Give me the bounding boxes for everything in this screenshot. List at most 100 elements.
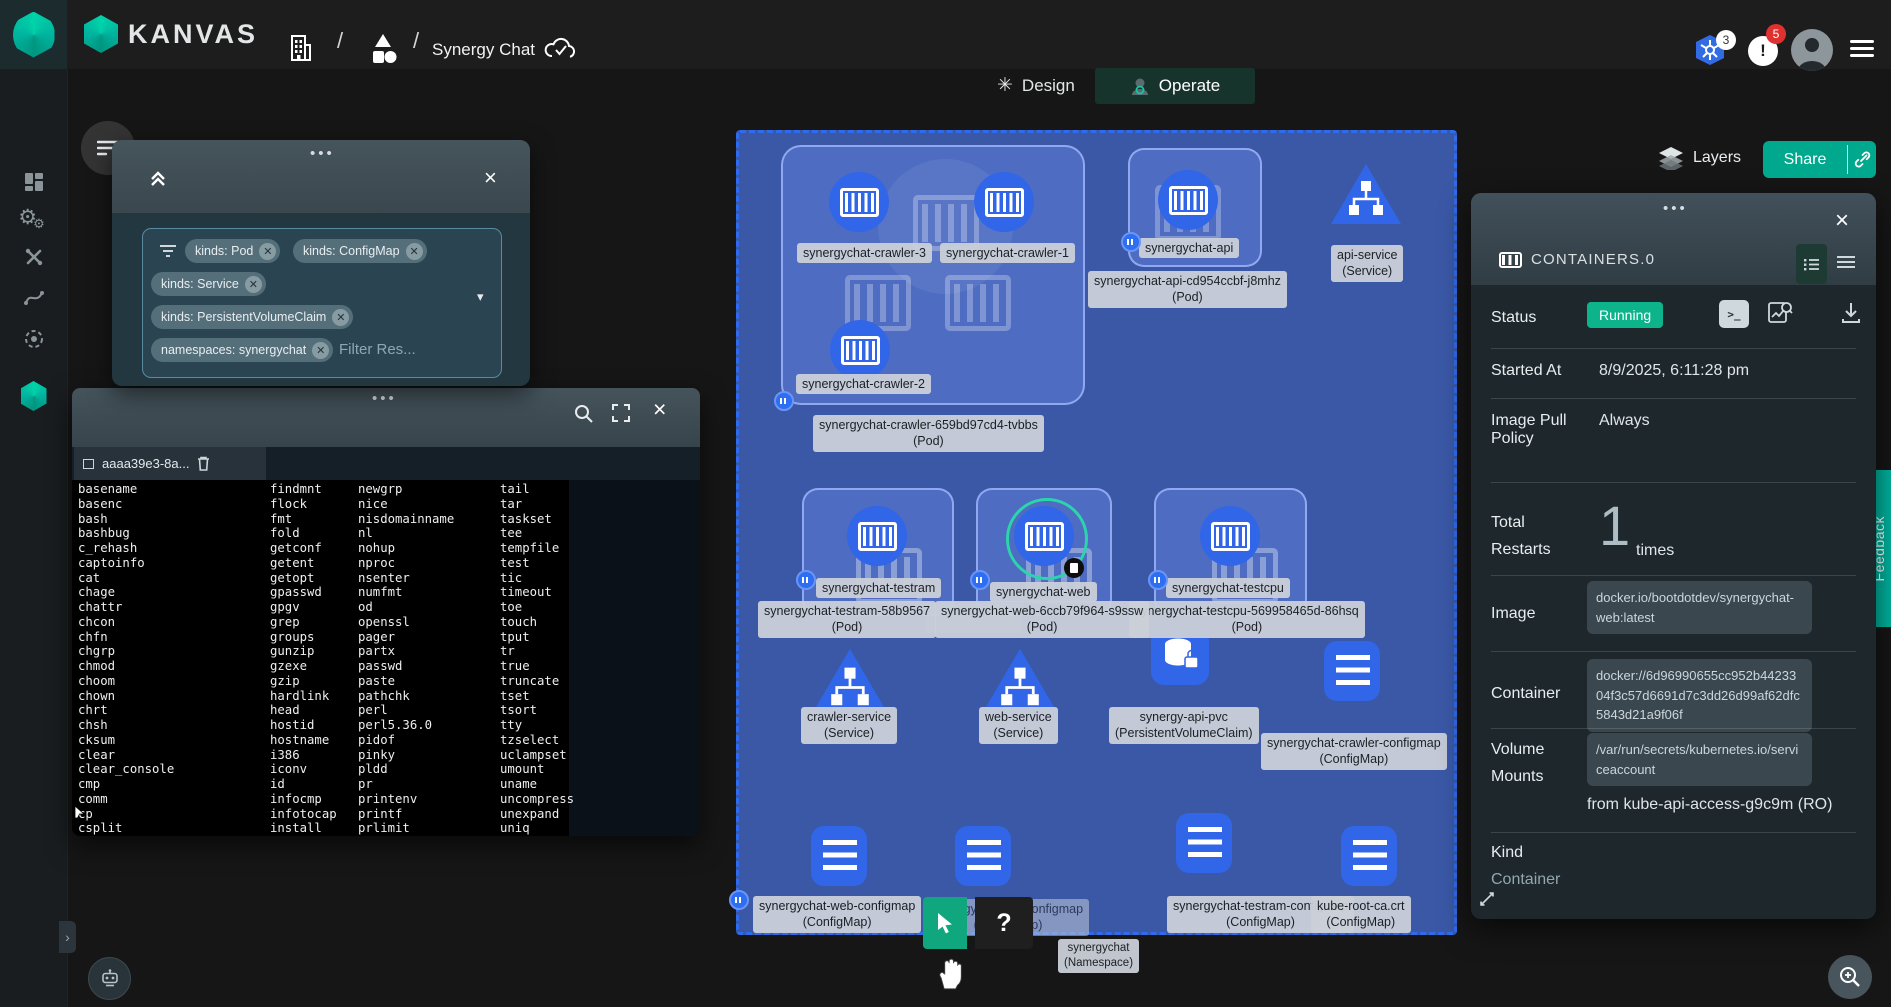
- tab-design[interactable]: ✳ Design: [997, 74, 1075, 97]
- sidebar-item-connections[interactable]: [0, 328, 67, 350]
- sidebar-item-toolbox[interactable]: [0, 247, 67, 267]
- chip-remove-icon[interactable]: ✕: [332, 309, 349, 326]
- kind-value: Container: [1491, 871, 1560, 889]
- pod-group-crawler[interactable]: synergychat-crawler-3 synergychat-crawle…: [781, 145, 1085, 405]
- drag-handle-icon[interactable]: •••: [1663, 200, 1688, 217]
- pod-label: synergychat-web: [990, 582, 1097, 602]
- pod-name: synergychat-api-cd954ccbf-j8mhz: [1094, 274, 1281, 288]
- filter-chip-label: kinds: ConfigMap: [303, 244, 400, 258]
- resize-handle-icon[interactable]: [1479, 891, 1495, 907]
- filter-chip[interactable]: namespaces: synergychat✕: [151, 338, 333, 362]
- configmap-icon-kube-root-ca[interactable]: [1341, 826, 1397, 886]
- filter-input-placeholder[interactable]: Filter Res...: [339, 341, 416, 358]
- image-inspect-button[interactable]: [1767, 300, 1793, 326]
- chip-remove-icon[interactable]: ✕: [245, 276, 262, 293]
- divider: [1491, 832, 1856, 833]
- pod-group-api[interactable]: synergychat-api: [1128, 148, 1262, 267]
- pod-icon-testram[interactable]: [847, 506, 907, 566]
- close-icon[interactable]: ×: [1835, 207, 1849, 235]
- filter-chip[interactable]: kinds: ConfigMap ✕: [293, 239, 427, 263]
- copy-link-button[interactable]: [1848, 141, 1876, 178]
- mouse-cursor-icon: [74, 805, 86, 819]
- pod-group-testram[interactable]: synergychat-testram: [802, 488, 954, 616]
- pod-full-label: synergychat-web-6ccb79f964-s9ssw (Pod): [935, 601, 1149, 638]
- view-toggle-list[interactable]: [1837, 255, 1855, 269]
- drag-handle-icon[interactable]: •••: [372, 390, 397, 407]
- namespace-synergychat-group[interactable]: synergychat-crawler-3 synergychat-crawle…: [736, 130, 1457, 935]
- namespace-badge-icon[interactable]: [729, 890, 749, 910]
- chip-remove-icon[interactable]: ✕: [406, 243, 423, 260]
- pointer-tool-button-active[interactable]: [923, 897, 967, 949]
- terminal-tab[interactable]: aaaa39e3-8a...: [74, 447, 266, 480]
- chip-remove-icon[interactable]: ✕: [259, 243, 276, 260]
- pod-icon-crawler-1[interactable]: [974, 172, 1034, 232]
- drag-handle-icon[interactable]: •••: [310, 145, 335, 162]
- kubernetes-context-count-badge: 3: [1716, 30, 1736, 50]
- meshery-logo-tile[interactable]: [0, 0, 67, 69]
- pod-icon-api[interactable]: [1158, 170, 1218, 230]
- service-label: web-service (Service): [979, 707, 1058, 744]
- service-name: api-service: [1337, 248, 1397, 262]
- open-terminal-button[interactable]: >_: [1719, 300, 1749, 328]
- trash-icon[interactable]: [197, 456, 210, 471]
- share-button[interactable]: Share: [1763, 141, 1847, 178]
- deployment-badge-icon[interactable]: [1121, 232, 1141, 252]
- chevron-down-icon[interactable]: ▾: [477, 289, 484, 305]
- container-label: Container: [1491, 685, 1560, 703]
- download-logs-button[interactable]: [1841, 302, 1861, 324]
- volume-mounts-value[interactable]: /var/run/secrets/kubernetes.io/serviceac…: [1587, 733, 1812, 786]
- details-panel-header[interactable]: ••• × CONTAINERS.0: [1471, 193, 1876, 285]
- zoom-in-button[interactable]: [1828, 955, 1872, 999]
- deployment-badge-icon[interactable]: [1148, 570, 1168, 590]
- container-detail-badge[interactable]: [1064, 558, 1084, 578]
- pod-icon-testcpu[interactable]: [1200, 506, 1260, 566]
- total-restarts-unit: times: [1636, 542, 1674, 560]
- filter-input-box[interactable]: kinds: Pod✕ kinds: ConfigMap ✕ kinds: Ser…: [142, 228, 502, 378]
- configmap-icon-crawler[interactable]: [1324, 641, 1380, 701]
- sidebar-item-kanvas-active[interactable]: [0, 381, 67, 411]
- resource-kind: (Namespace): [1064, 956, 1133, 971]
- sidebar-item-settings[interactable]: ⚙⚙: [0, 205, 67, 230]
- container-value[interactable]: docker://6d96990655cc952b4423304f3c57d66…: [1587, 659, 1812, 732]
- pod-icon-crawler-3[interactable]: [829, 172, 889, 232]
- configmap-icon-web[interactable]: [811, 826, 867, 886]
- layers-button[interactable]: Layers: [1658, 146, 1741, 170]
- assistant-robot-button[interactable]: [88, 957, 131, 1000]
- deployment-badge-icon[interactable]: [774, 391, 794, 411]
- pod-group-web-selected[interactable]: synergychat-web: [976, 488, 1112, 616]
- deployment-badge-icon[interactable]: [796, 570, 816, 590]
- close-icon[interactable]: ×: [484, 165, 497, 191]
- service-icon-api[interactable]: [1328, 161, 1404, 227]
- hand-cursor-icon: [934, 956, 964, 990]
- pod-icon-crawler-2[interactable]: [830, 320, 890, 380]
- filter-chip[interactable]: kinds: Service✕: [151, 272, 266, 296]
- fullscreen-icon[interactable]: [612, 404, 630, 422]
- image-pull-policy-value: Always: [1599, 412, 1650, 430]
- image-value[interactable]: docker.io/bootdotdev/synergychat-web:lat…: [1587, 581, 1812, 634]
- chip-remove-icon[interactable]: ✕: [312, 342, 329, 359]
- configmap-icon-testram[interactable]: [1176, 813, 1232, 873]
- workspace-shapes-icon[interactable]: [368, 32, 398, 66]
- view-toggle-details-active[interactable]: [1796, 244, 1827, 284]
- tab-operate[interactable]: Operate: [1095, 68, 1255, 104]
- sidebar-item-dashboard[interactable]: [0, 172, 67, 192]
- collapse-icon[interactable]: [148, 168, 168, 188]
- terminal-header[interactable]: ••• ×: [72, 388, 700, 447]
- deployment-badge-icon[interactable]: [970, 570, 990, 590]
- close-icon[interactable]: ×: [653, 396, 666, 423]
- avatar[interactable]: [1791, 29, 1833, 71]
- configmap-icon-api[interactable]: [955, 826, 1011, 886]
- filter-panel-header[interactable]: ••• ×: [112, 140, 530, 213]
- search-icon[interactable]: [574, 404, 593, 423]
- filter-chip[interactable]: kinds: PersistentVolumeClaim✕: [151, 305, 353, 329]
- magnifier-plus-icon: [1839, 966, 1861, 988]
- pod-group-testcpu[interactable]: synergychat-testcpu: [1154, 488, 1307, 616]
- terminal-output[interactable]: basename basenc bash bashbug c_rehash ca…: [72, 480, 700, 836]
- project-name[interactable]: Synergy Chat: [432, 40, 535, 60]
- sidebar-item-designs[interactable]: [0, 289, 67, 307]
- sidebar-expand-handle[interactable]: ›: [59, 921, 76, 953]
- organization-icon[interactable]: [286, 33, 312, 63]
- tool-help-button[interactable]: ?: [975, 897, 1033, 949]
- filter-chip[interactable]: kinds: Pod✕: [185, 239, 280, 263]
- menu-icon[interactable]: [1850, 36, 1874, 61]
